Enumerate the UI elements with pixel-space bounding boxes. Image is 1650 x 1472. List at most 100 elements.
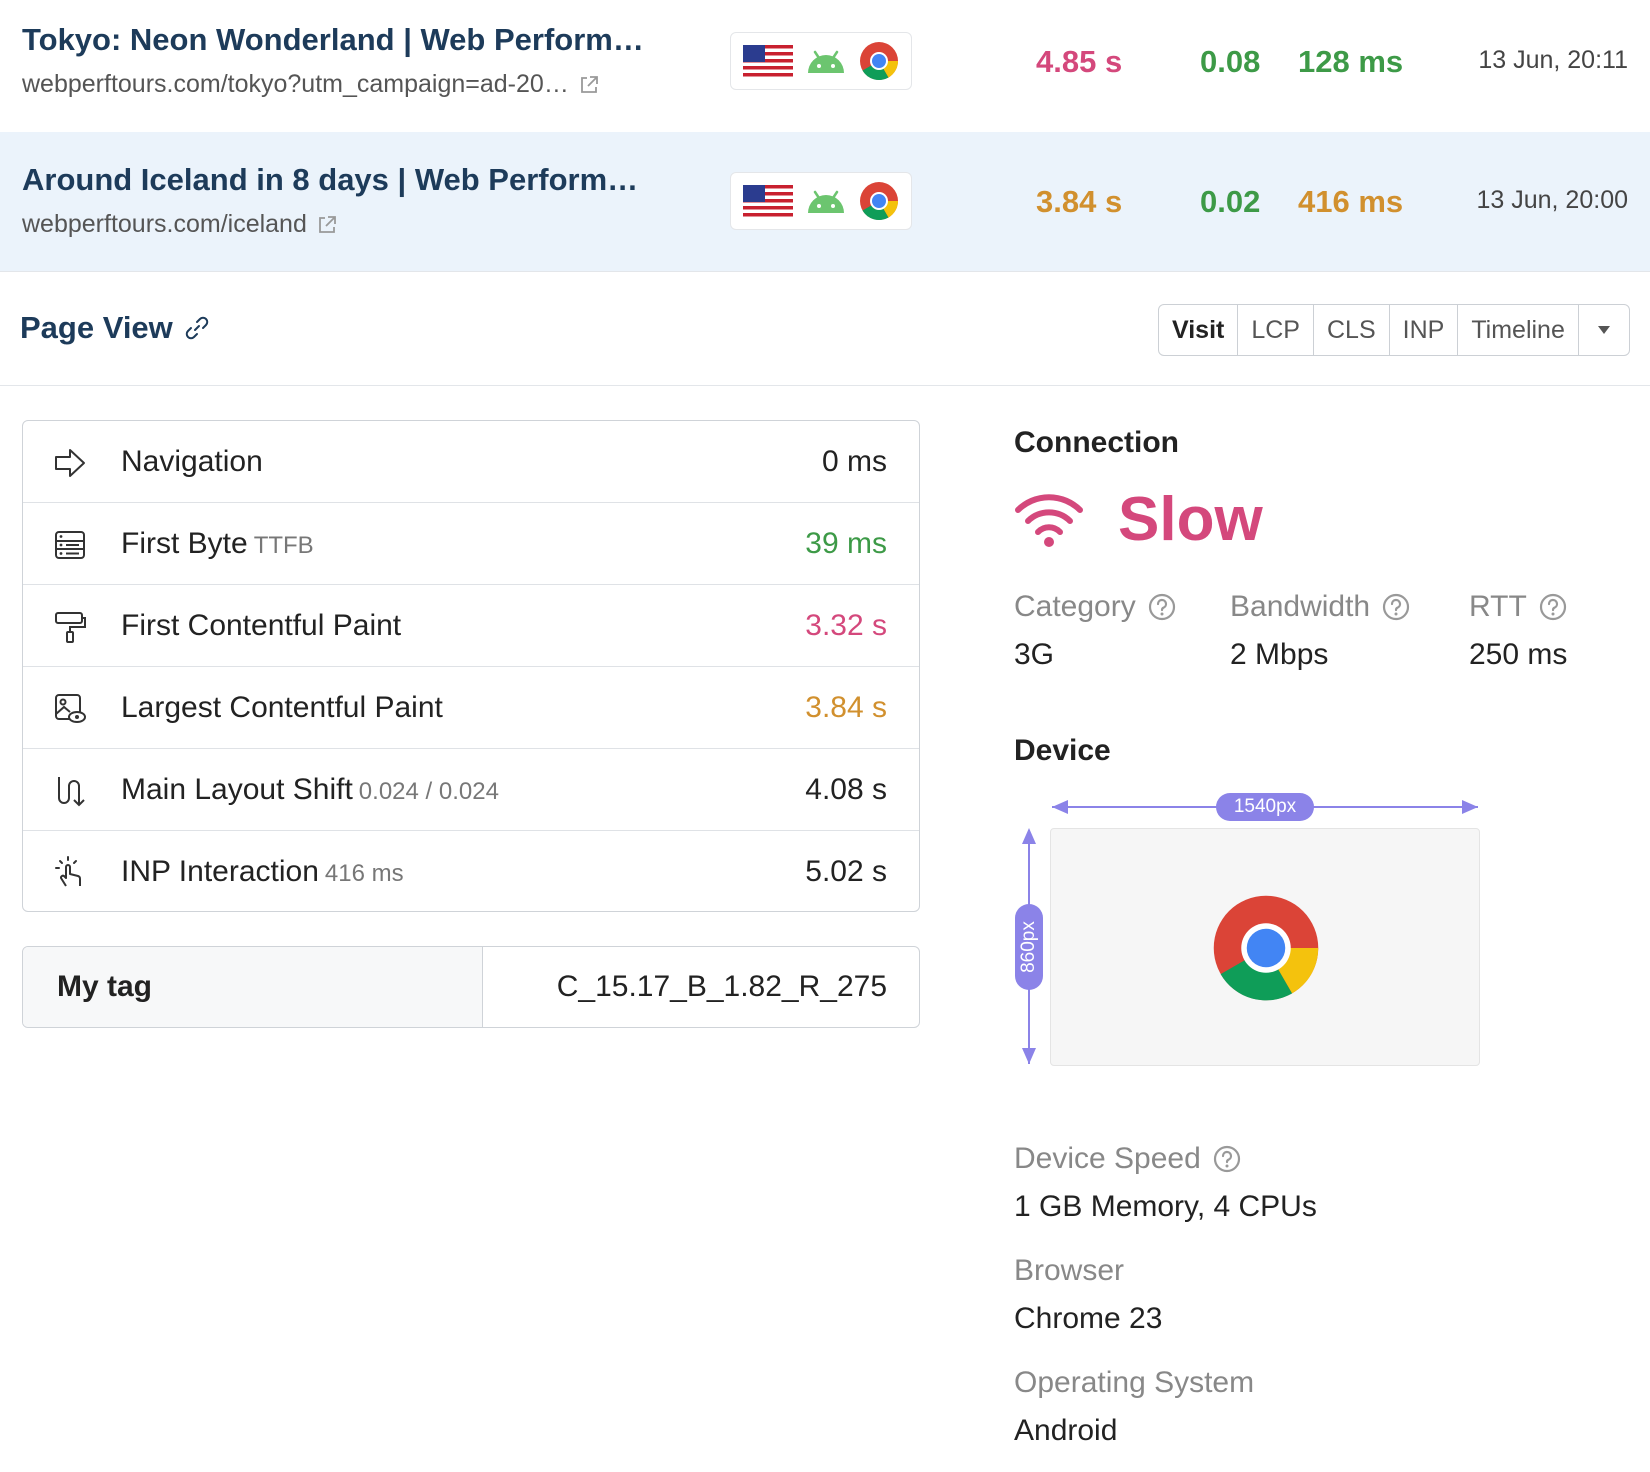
- metric-value: 0 ms: [821, 444, 887, 478]
- android-icon: [808, 50, 844, 73]
- cls-value: 0.02: [1200, 184, 1261, 219]
- arrow-right-icon: [1462, 800, 1478, 814]
- page-row-tokyo[interactable]: Tokyo: Neon Wonderland | Web Perform… we…: [0, 0, 1650, 140]
- tab-lcp[interactable]: LCP: [1238, 305, 1314, 355]
- metric-row-navigation[interactable]: Navigation 0 ms: [23, 421, 919, 503]
- metric-label: INP Interaction 416 ms: [121, 855, 404, 889]
- metric-sublabel: TTFB: [253, 531, 314, 559]
- tab-visit[interactable]: Visit: [1159, 305, 1239, 355]
- category-value: 3G: [1014, 638, 1055, 671]
- browser-label: Browser: [1014, 1254, 1125, 1287]
- wifi-icon: [1015, 493, 1083, 547]
- connection-status-text: Slow: [1118, 485, 1263, 554]
- bandwidth-label-text: Bandwidth: [1230, 590, 1371, 623]
- device-height-text: 860px: [1018, 921, 1039, 973]
- rtt-label: RTT: [1469, 590, 1567, 624]
- bandwidth-value: 2 Mbps: [1230, 638, 1329, 671]
- external-link-icon[interactable]: [317, 215, 337, 235]
- tag-key: My tag: [23, 947, 483, 1027]
- device-speed-label: Device Speed: [1014, 1142, 1241, 1176]
- row-title[interactable]: Tokyo: Neon Wonderland | Web Perform…: [22, 22, 644, 58]
- metric-value: 3.32 s: [805, 608, 887, 642]
- row-url[interactable]: webperftours.com/iceland: [22, 210, 337, 239]
- metric-sublabel: 416 ms: [324, 860, 404, 887]
- rtt-label-text: RTT: [1469, 590, 1527, 623]
- bandwidth-label: Bandwidth: [1230, 590, 1410, 624]
- connection-status: Slow: [1014, 484, 1263, 555]
- metric-label-text: First Contentful Paint: [121, 608, 402, 642]
- row-title[interactable]: Around Iceland in 8 days | Web Perform…: [22, 162, 638, 198]
- metric-row-first-byte[interactable]: First Byte TTFB 39 ms: [23, 503, 919, 585]
- metric-label: Navigation: [121, 445, 263, 479]
- inp-value: 128 ms: [1298, 44, 1404, 79]
- metric-label: Largest Contentful Paint: [121, 691, 443, 725]
- metric-label-text: First Byte: [121, 526, 248, 560]
- help-icon[interactable]: [1148, 593, 1176, 621]
- metric-row-lcp[interactable]: Largest Contentful Paint 3.84 s: [23, 667, 919, 749]
- metric-label-text: Largest Contentful Paint: [121, 690, 443, 724]
- row-date: 13 Jun, 20:11: [1478, 46, 1628, 74]
- rtt-value: 250 ms: [1469, 638, 1568, 671]
- link-icon[interactable]: [183, 314, 211, 342]
- row-url[interactable]: webperftours.com/tokyo?utm_campaign=ad-2…: [22, 70, 599, 99]
- tap-hand-icon: [55, 856, 81, 887]
- tab-cls[interactable]: CLS: [1314, 305, 1390, 355]
- row-url-text: webperftours.com/iceland: [22, 210, 307, 238]
- chrome-icon: [860, 182, 899, 221]
- row-url-text: webperftours.com/tokyo?utm_campaign=ad-2…: [22, 70, 569, 98]
- browser-value: Chrome 23: [1014, 1302, 1163, 1335]
- metric-label: First Byte TTFB: [121, 527, 314, 561]
- us-flag-icon: [743, 185, 793, 217]
- device-speed-value: 1 GB Memory, 4 CPUs: [1014, 1190, 1317, 1223]
- lcp-value: 3.84 s: [1036, 184, 1123, 219]
- os-label: Operating System: [1014, 1366, 1255, 1399]
- paint-roller-icon: [55, 612, 86, 643]
- external-link-icon[interactable]: [579, 75, 599, 95]
- arrow-down-icon: [1022, 1048, 1036, 1064]
- env-badges: [730, 32, 912, 90]
- metric-value: 4.08 s: [805, 772, 887, 806]
- metric-label: Main Layout Shift 0.024 / 0.024: [121, 773, 499, 807]
- inp-value: 416 ms: [1298, 184, 1404, 219]
- tab-timeline[interactable]: Timeline: [1458, 305, 1579, 355]
- custom-tag-table: My tag C_15.17_B_1.82_R_275: [22, 946, 920, 1028]
- connection-title: Connection: [1014, 426, 1179, 459]
- arrow-right-icon: [55, 449, 85, 477]
- page-view-header: Page View Visit LCP CLS INP Timeline: [0, 280, 1650, 386]
- us-flag-icon: [743, 45, 793, 77]
- help-icon[interactable]: [1539, 593, 1567, 621]
- page-row-iceland[interactable]: Around Iceland in 8 days | Web Perform… …: [0, 132, 1650, 272]
- device-viewport-preview: [1050, 828, 1480, 1066]
- help-icon[interactable]: [1382, 593, 1410, 621]
- metric-value: 39 ms: [805, 526, 887, 560]
- tabs-dropdown-button[interactable]: [1579, 305, 1629, 355]
- device-speed-label-text: Device Speed: [1014, 1142, 1201, 1175]
- metric-row-inp[interactable]: INP Interaction 416 ms 5.02 s: [23, 831, 919, 911]
- os-value: Android: [1014, 1414, 1118, 1447]
- env-badges: [730, 172, 912, 230]
- server-icon: [55, 531, 85, 559]
- device-title: Device: [1014, 734, 1111, 767]
- android-icon: [808, 190, 844, 213]
- arrow-left-icon: [1052, 800, 1068, 814]
- page-view-title-text: Page View: [20, 310, 173, 345]
- chrome-icon: [1213, 895, 1319, 1001]
- page-view-title: Page View: [20, 310, 211, 346]
- help-icon[interactable]: [1213, 1145, 1241, 1173]
- metric-sublabel: 0.024 / 0.024: [358, 777, 499, 805]
- category-label: Category: [1014, 590, 1176, 624]
- row-date: 13 Jun, 20:00: [1476, 186, 1628, 214]
- metric-value: 5.02 s: [805, 855, 887, 888]
- metric-value: 3.84 s: [805, 690, 887, 724]
- category-label-text: Category: [1014, 590, 1136, 623]
- chrome-icon: [860, 42, 899, 81]
- metric-label-text: Navigation: [121, 444, 263, 478]
- metric-row-layout-shift[interactable]: Main Layout Shift 0.024 / 0.024 4.08 s: [23, 749, 919, 831]
- layout-shift-icon: [58, 777, 85, 807]
- tag-value: C_15.17_B_1.82_R_275: [556, 970, 887, 1003]
- metric-row-fcp[interactable]: First Contentful Paint 3.32 s: [23, 585, 919, 667]
- lcp-value: 4.85 s: [1036, 44, 1123, 79]
- tab-inp[interactable]: INP: [1390, 305, 1459, 355]
- page-view-tabs: Visit LCP CLS INP Timeline: [1158, 304, 1630, 356]
- arrow-up-icon: [1022, 828, 1036, 844]
